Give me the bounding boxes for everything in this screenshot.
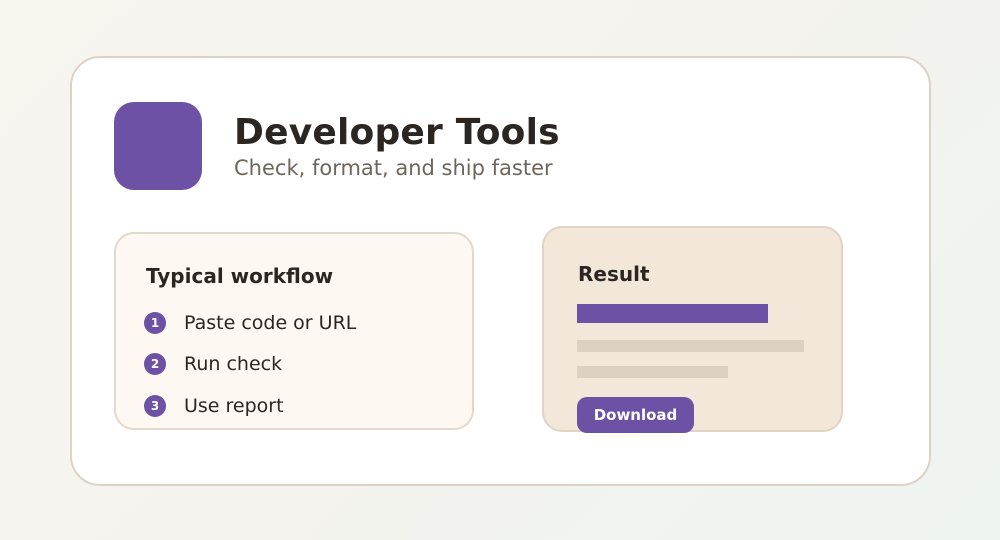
app-logo-icon	[114, 102, 202, 190]
step-label: Use report	[184, 395, 284, 417]
result-heading: Result	[578, 262, 650, 286]
step-label: Run check	[184, 353, 283, 375]
step-number-badge: 1	[144, 312, 166, 334]
result-placeholder-line	[577, 366, 728, 378]
step-label: Paste code or URL	[184, 312, 357, 334]
result-panel: Result Download	[542, 226, 843, 433]
workflow-panel: Typical workflow 1 Paste code or URL 2 R…	[114, 232, 474, 430]
workflow-step: 1 Paste code or URL	[144, 311, 356, 335]
page-title: Developer Tools	[234, 112, 560, 153]
result-placeholder-line	[577, 340, 804, 352]
workflow-step: 2 Run check	[144, 352, 282, 376]
step-number-badge: 2	[144, 353, 166, 375]
workflow-heading: Typical workflow	[146, 264, 334, 288]
workflow-step: 3 Use report	[144, 394, 284, 418]
page-subtitle: Check, format, and ship faster	[234, 156, 553, 180]
tool-card: Developer Tools Check, format, and ship …	[70, 56, 931, 486]
download-button[interactable]: Download	[577, 397, 694, 433]
result-highlight-bar	[577, 304, 768, 323]
step-number-badge: 3	[144, 395, 166, 417]
